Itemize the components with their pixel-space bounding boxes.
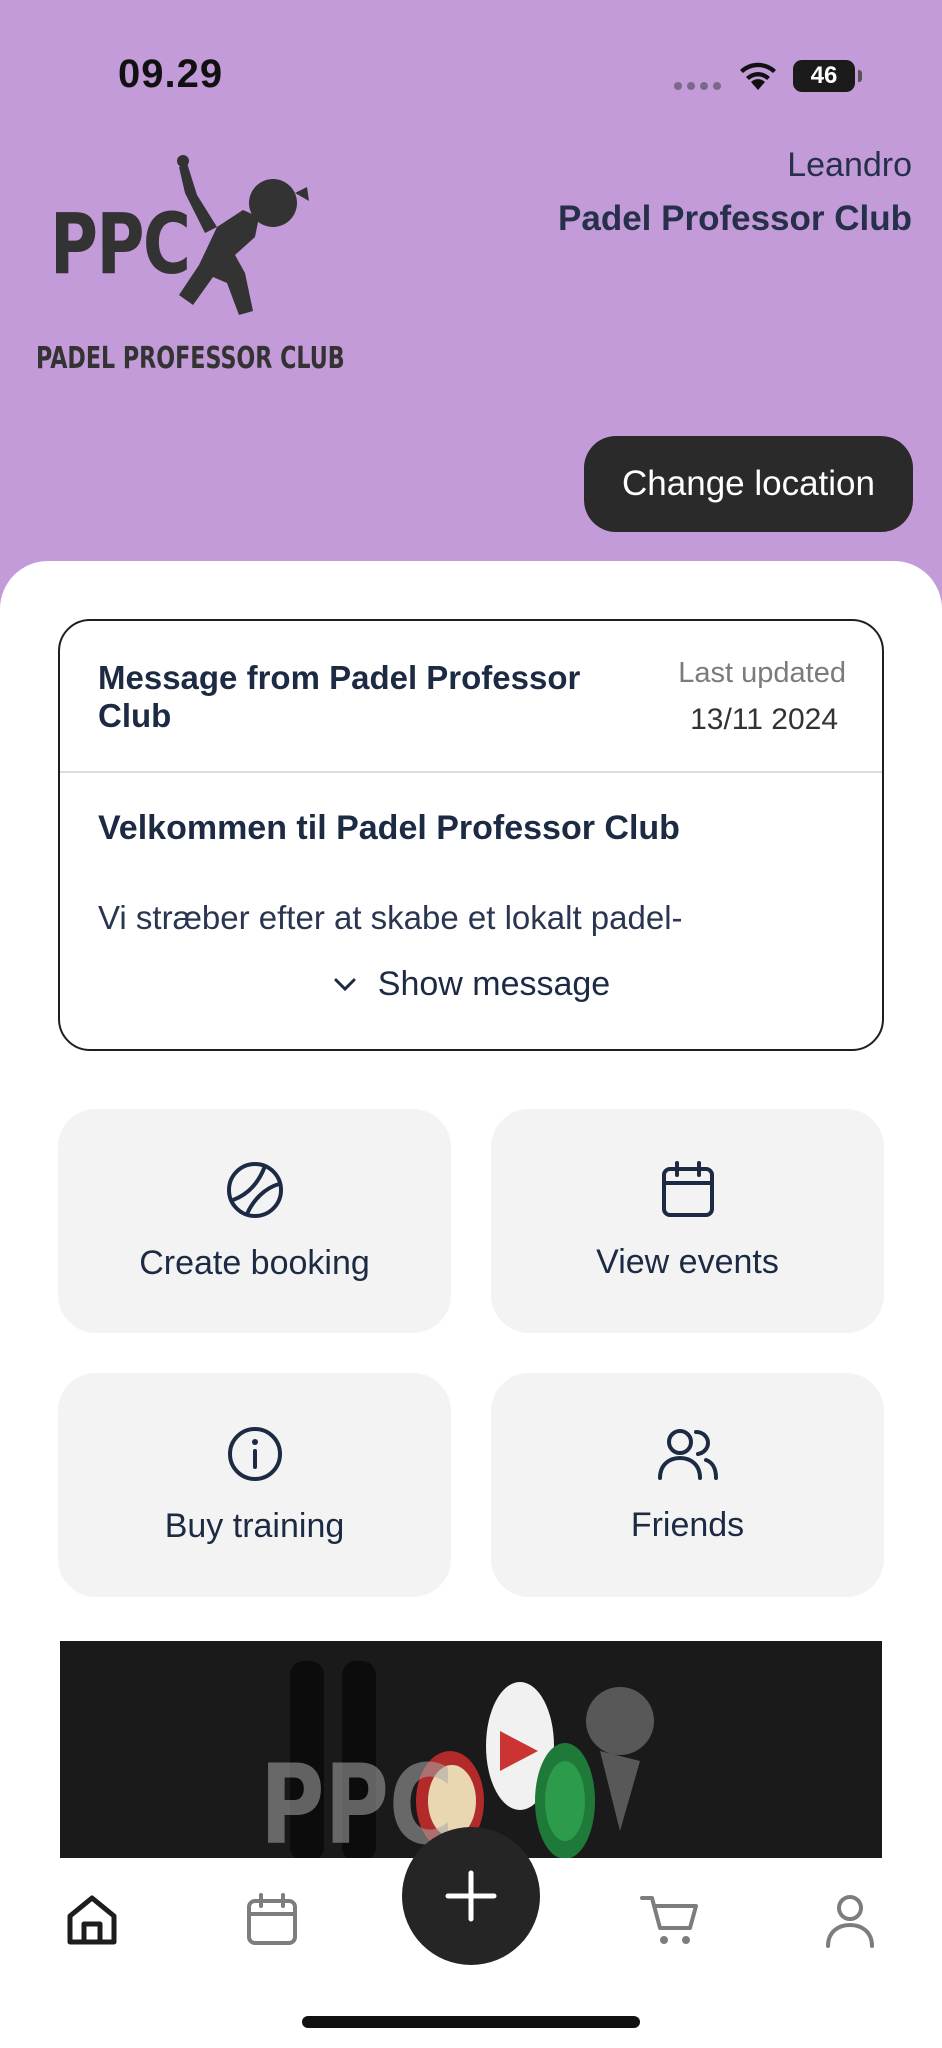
show-message-label: Show message xyxy=(377,965,611,1003)
view-events-button[interactable]: View events xyxy=(491,1109,884,1333)
cart-icon[interactable] xyxy=(640,1892,700,1948)
view-events-label: View events xyxy=(596,1242,779,1281)
tennis-ball-icon xyxy=(226,1161,283,1218)
change-location-button[interactable]: Change location xyxy=(584,436,913,532)
padel-player-icon xyxy=(177,155,309,315)
logo-subtitle: PADEL PROFESSOR CLUB xyxy=(36,341,345,376)
users-icon xyxy=(657,1428,718,1480)
club-name: Padel Professor Club xyxy=(558,199,912,238)
club-logo: PPC PADEL PROFESSOR CLUB xyxy=(34,155,345,385)
show-message-button[interactable]: Show message xyxy=(60,965,882,1004)
home-indicator xyxy=(302,2016,640,2028)
buy-training-button[interactable]: Buy training xyxy=(58,1373,451,1597)
buy-training-label: Buy training xyxy=(164,1506,345,1545)
info-icon xyxy=(227,1426,282,1481)
plus-icon xyxy=(445,1870,497,1922)
last-updated-label: Last updated xyxy=(678,657,846,689)
wifi-icon xyxy=(740,62,776,90)
message-preview: Vi stræber efter at skabe et lokalt pade… xyxy=(98,899,683,936)
last-updated-date: 13/11 2024 xyxy=(690,703,838,736)
home-icon[interactable] xyxy=(64,1892,120,1948)
signal-icon xyxy=(674,82,721,90)
message-header: Message from Padel Professor Club Last u… xyxy=(60,621,882,773)
add-button[interactable] xyxy=(402,1827,540,1965)
friends-button[interactable]: Friends xyxy=(491,1373,884,1597)
banner-logo-text: PPC xyxy=(260,1741,454,1861)
create-booking-button[interactable]: Create booking xyxy=(58,1109,451,1333)
user-info: Leandro Padel Professor Club xyxy=(558,146,912,239)
message-card: Message from Padel Professor Club Last u… xyxy=(58,619,884,1051)
status-bar: 09.29 46 xyxy=(0,0,942,150)
message-heading: Velkommen til Padel Professor Club xyxy=(98,809,680,847)
tab-calendar-icon[interactable] xyxy=(244,1892,300,1948)
user-name: Leandro xyxy=(787,146,912,184)
profile-icon[interactable] xyxy=(822,1892,878,1948)
status-time: 09.29 xyxy=(118,52,224,96)
battery-icon: 46 xyxy=(793,60,862,92)
message-title: Message from Padel Professor Club xyxy=(98,659,581,734)
chevron-down-icon xyxy=(334,978,356,991)
friends-label: Friends xyxy=(630,1505,745,1544)
calendar-icon xyxy=(661,1160,714,1217)
create-booking-label: Create booking xyxy=(139,1243,370,1282)
